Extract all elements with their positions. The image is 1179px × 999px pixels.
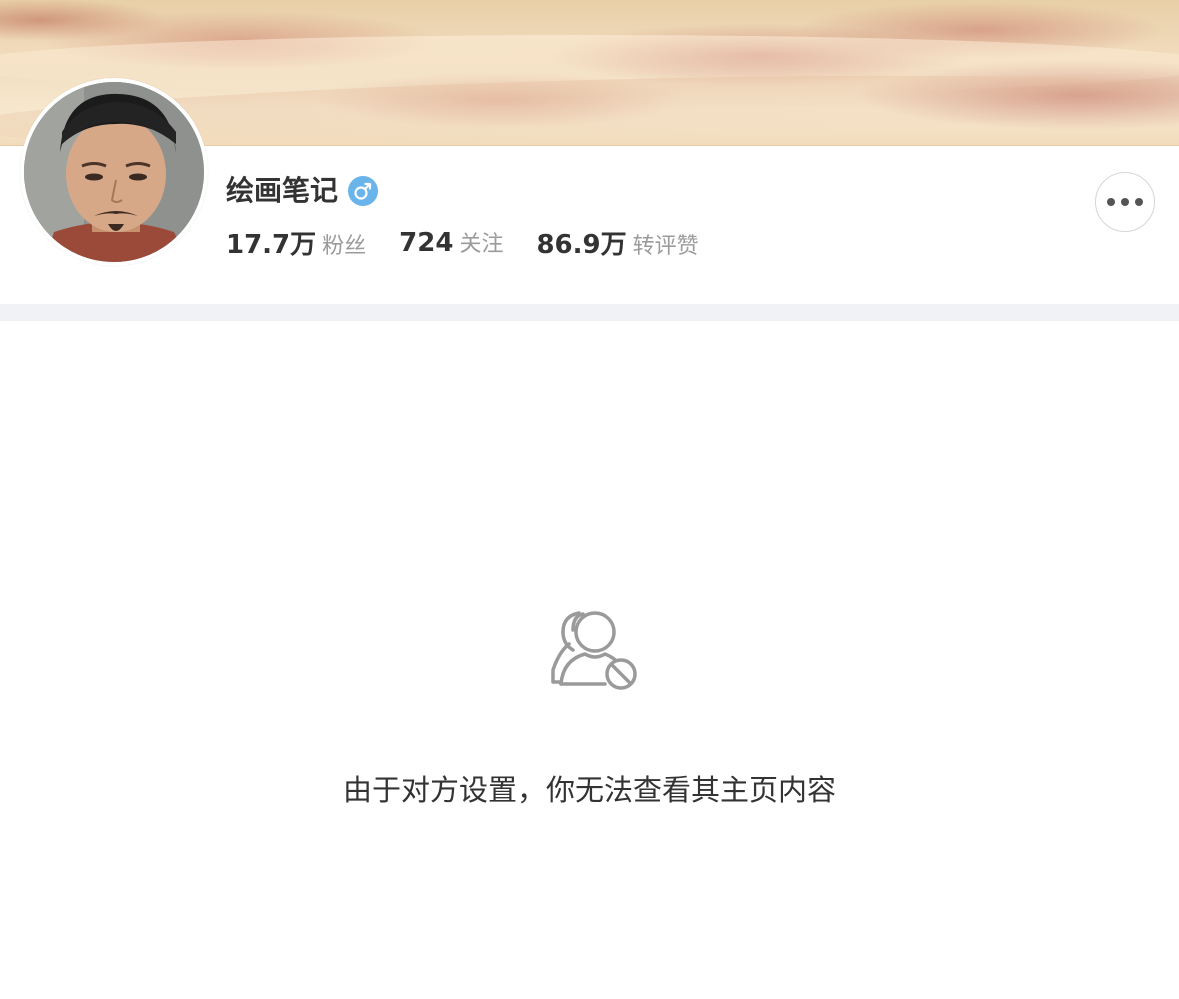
- stat-label: 转评赞: [632, 233, 699, 259]
- profile-page: 绘画笔记 17.7万 粉丝 724 关注 86.9万 转评赞 由于对方设置，你无…: [0, 0, 1179, 999]
- section-divider: [0, 304, 1179, 321]
- empty-state: 由于对方设置，你无法查看其主页内容: [0, 321, 1179, 999]
- stats-row: 17.7万 粉丝 724 关注 86.9万 转评赞: [226, 222, 732, 262]
- more-options-icon: [1104, 198, 1146, 206]
- stat-value: 724: [399, 228, 454, 258]
- male-icon: [348, 176, 379, 206]
- profile-name-row: 绘画笔记: [226, 170, 379, 212]
- stat-label: 关注: [459, 232, 504, 257]
- stat-value: 17.7万: [226, 229, 317, 260]
- user-blocked-icon: [551, 611, 637, 690]
- more-options-button[interactable]: [1095, 172, 1155, 232]
- stat-label: 粉丝: [322, 233, 367, 259]
- stat-followers[interactable]: 17.7万 粉丝: [226, 224, 366, 261]
- avatar-photo: [24, 82, 204, 262]
- empty-state-message: 由于对方设置，你无法查看其主页内容: [342, 773, 836, 807]
- avatar[interactable]: [20, 78, 208, 266]
- stat-value: 86.9万: [536, 229, 627, 260]
- stat-reposts-comments-likes[interactable]: 86.9万 转评赞: [536, 224, 698, 261]
- user-name: 绘画笔记: [226, 174, 339, 207]
- stat-following[interactable]: 724 关注: [399, 226, 503, 258]
